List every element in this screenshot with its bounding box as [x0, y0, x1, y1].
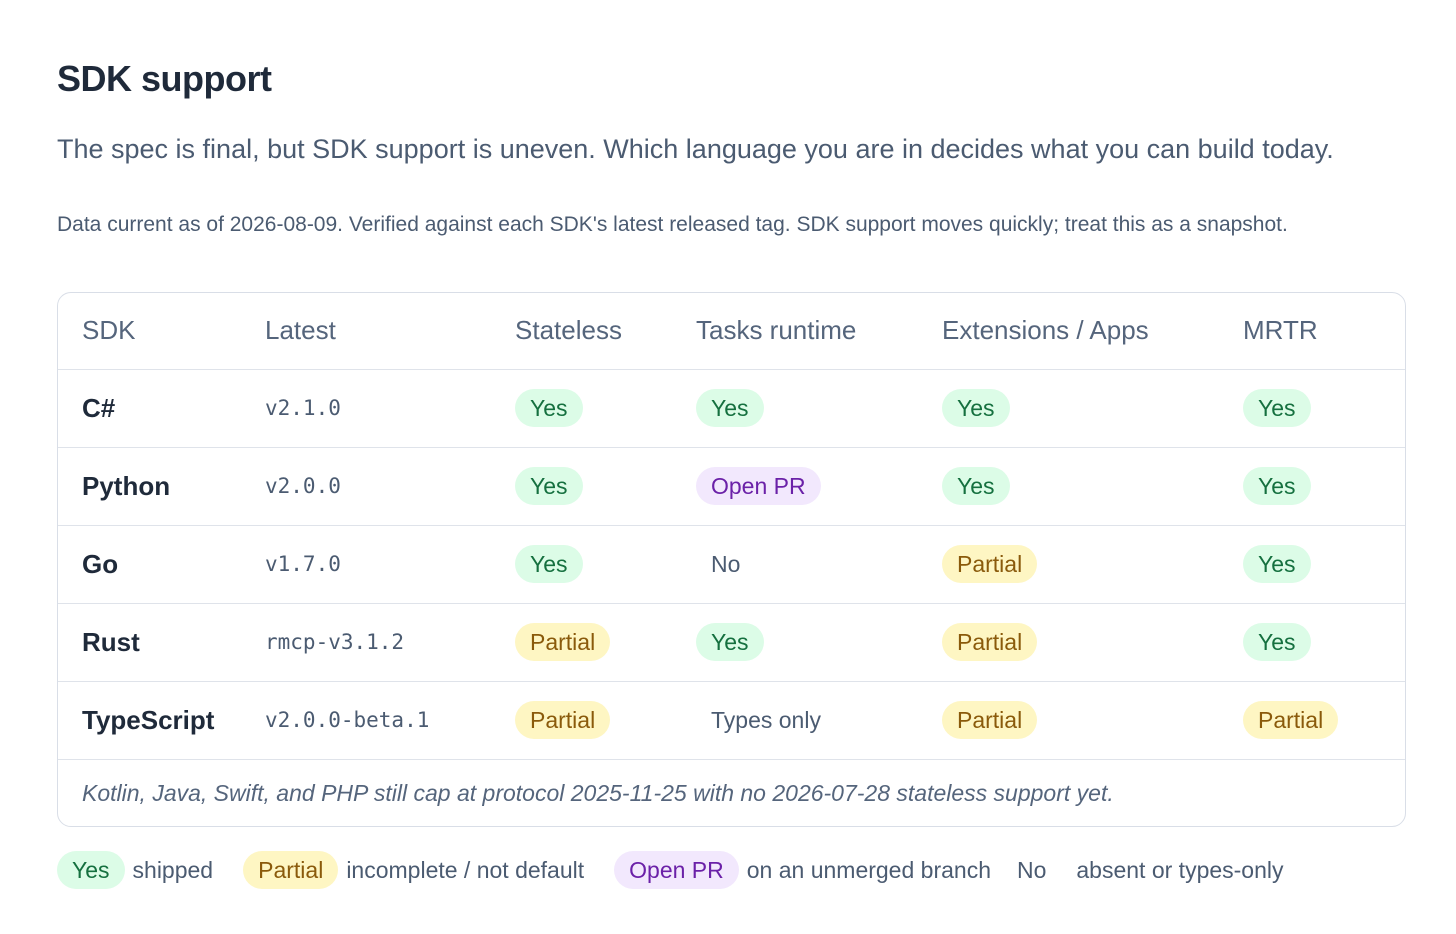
sdk-name: Python	[58, 447, 265, 526]
page-title: SDK support	[57, 58, 272, 99]
tasks-runtime-status: No	[711, 551, 741, 577]
sdk-name: C#	[58, 369, 265, 448]
extensions-status: Yes	[942, 389, 1010, 427]
col-header-tasks-runtime: Tasks runtime	[696, 293, 942, 370]
legend-badge-open-pr: Open PR	[614, 851, 739, 889]
stateless-status: Partial	[515, 623, 611, 661]
latest-version: v1.7.0	[265, 525, 515, 604]
sdk-name: Rust	[58, 603, 265, 682]
tasks-runtime-status: Yes	[696, 623, 764, 661]
latest-version: v2.1.0	[265, 369, 515, 448]
table-row: C# v2.1.0 Yes Yes Yes Yes	[58, 369, 1405, 448]
legend-item-open-pr: Open PR on an unmerged branch	[614, 851, 991, 889]
extensions-status: Partial	[942, 545, 1038, 583]
mrtr-status: Partial	[1243, 701, 1339, 739]
col-header-extensions-apps: Extensions / Apps	[942, 293, 1243, 370]
table-footnote-row: Kotlin, Java, Swift, and PHP still cap a…	[58, 759, 1405, 826]
stateless-status: Yes	[515, 467, 583, 505]
stateless-status: Yes	[515, 389, 583, 427]
tasks-runtime-status: Open PR	[696, 467, 821, 505]
stateless-status: Yes	[515, 545, 583, 583]
legend-badge-no: No	[1016, 857, 1047, 883]
latest-version: rmcp-v3.1.2	[265, 603, 515, 682]
sdk-name: Go	[58, 525, 265, 604]
sdk-support-table: SDK Latest Stateless Tasks runtime Exten…	[58, 293, 1405, 826]
mrtr-status: Yes	[1243, 623, 1311, 661]
table-row: Python v2.0.0 Yes Open PR Yes Yes	[58, 447, 1405, 526]
tasks-runtime-status: Yes	[696, 389, 764, 427]
legend-badge-partial: Partial	[243, 851, 339, 889]
data-note: Data current as of 2026-08-09. Verified …	[57, 213, 1288, 236]
mrtr-status: Yes	[1243, 389, 1311, 427]
extensions-status: Partial	[942, 701, 1038, 739]
tasks-runtime-status: Types only	[711, 707, 821, 733]
lead-paragraph: The spec is final, but SDK support is un…	[57, 134, 1334, 164]
sdk-table-card: SDK Latest Stateless Tasks runtime Exten…	[57, 292, 1406, 827]
mrtr-status: Yes	[1243, 467, 1311, 505]
extensions-status: Yes	[942, 467, 1010, 505]
legend-desc-yes: shipped	[132, 856, 214, 883]
table-header-row: SDK Latest Stateless Tasks runtime Exten…	[58, 293, 1405, 370]
table-footnote: Kotlin, Java, Swift, and PHP still cap a…	[82, 779, 1114, 806]
legend-item-partial: Partial incomplete / not default	[243, 851, 584, 889]
legend-desc-no: absent or types-only	[1076, 856, 1284, 883]
table-row: TypeScript v2.0.0-beta.1 Partial Types o…	[58, 681, 1405, 760]
status-legend: Yes shipped Partial incomplete / not def…	[57, 851, 1314, 889]
legend-item-no: No absent or types-only	[1017, 851, 1284, 889]
table-row: Go v1.7.0 Yes No Partial Yes	[58, 525, 1405, 604]
stateless-status: Partial	[515, 701, 611, 739]
col-header-stateless: Stateless	[515, 293, 696, 370]
legend-desc-partial: incomplete / not default	[346, 856, 585, 883]
col-header-latest: Latest	[265, 293, 515, 370]
col-header-mrtr: MRTR	[1243, 293, 1405, 370]
legend-item-yes: Yes shipped	[57, 851, 213, 889]
col-header-sdk: SDK	[58, 293, 265, 370]
table-row: Rust rmcp-v3.1.2 Partial Yes Partial Yes	[58, 603, 1405, 682]
legend-badge-yes: Yes	[57, 851, 125, 889]
sdk-name: TypeScript	[58, 681, 265, 760]
extensions-status: Partial	[942, 623, 1038, 661]
mrtr-status: Yes	[1243, 545, 1311, 583]
legend-desc-open-pr: on an unmerged branch	[746, 856, 991, 883]
latest-version: v2.0.0	[265, 447, 515, 526]
latest-version: v2.0.0-beta.1	[265, 681, 515, 760]
